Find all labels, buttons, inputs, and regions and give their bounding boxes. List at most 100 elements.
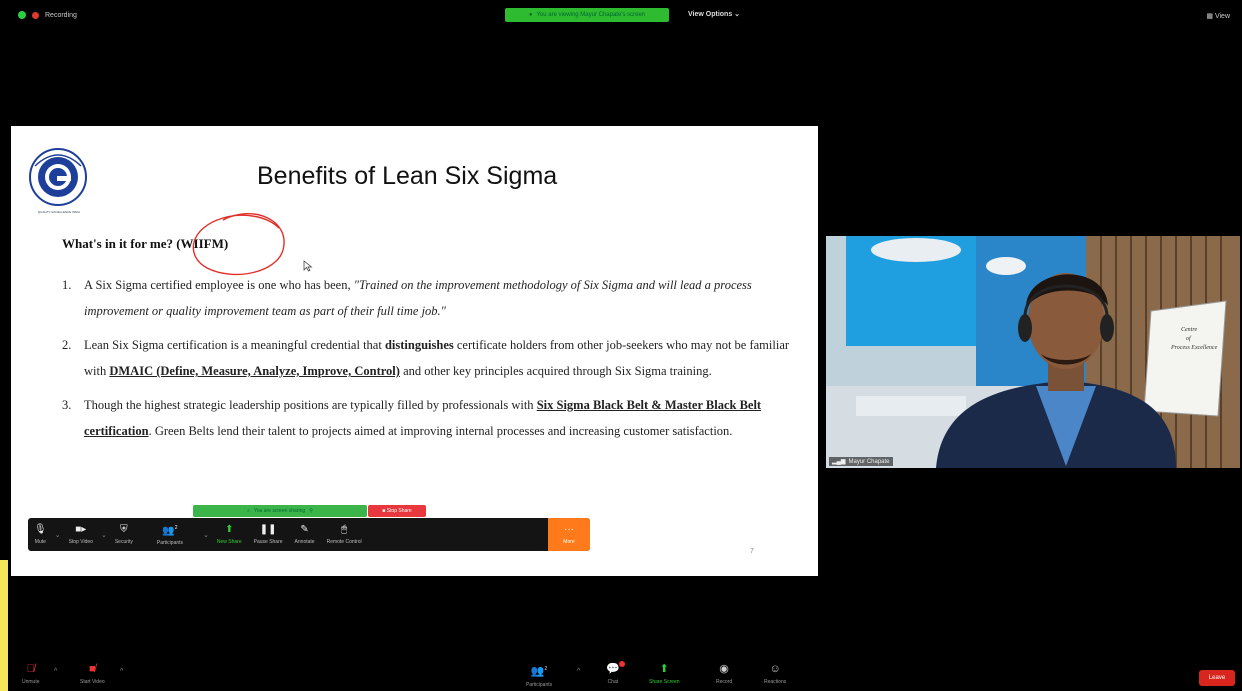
pin-icon: ⚲ [309,508,313,514]
view-options-button[interactable]: View Options ⌄ [688,10,740,18]
mic-muted-icon: 🎙̸ [26,663,35,675]
stop-video-label: Stop Video [68,538,93,545]
text-segment: Though the highest strategic leadership … [84,398,537,412]
participants-label: Participants [526,681,553,688]
more-button[interactable]: ··· More [548,518,590,551]
remote-icon: 🖱 [341,523,348,535]
list-item: 3. Though the highest strategic leadersh… [62,392,792,444]
security-label: Security [114,538,133,545]
viewing-screen-text: You are viewing Mayur Chapate's screen [536,12,646,18]
dmaic-term: DMAIC (Define, Measure, Analyze, Improve… [109,364,400,378]
participants-label: Participants [156,540,184,547]
remote-control-label: Remote Control [326,538,362,545]
unmute-label: Unmute [22,679,40,685]
text-segment: . Green Belts lend their talent to proje… [148,424,733,438]
stop-video-button[interactable]: ■▸ Stop Video [63,518,99,551]
pause-share-label: Pause Share [253,538,283,545]
text-segment: and other key principles acquired throug… [399,364,712,378]
search-icon: ⌕ [247,508,250,514]
reactions-label: Reactions [764,679,787,685]
list-text: A Six Sigma certified employee is one wh… [84,272,792,324]
audio-options-caret[interactable]: ⌄ [55,531,61,539]
list-text: Though the highest strategic leadership … [84,392,792,444]
recording-label: Recording [45,11,77,19]
more-icon: ··· [564,523,574,535]
list-item: 1. A Six Sigma certified employee is one… [62,272,792,324]
list-number: 3. [62,398,72,412]
screen-sharing-banner[interactable]: ⌕ You are screen sharing ⚲ [193,505,367,517]
pen-icon: ✎ [300,523,309,535]
video-off-icon: ■̸ [89,663,96,675]
slide-title: Benefits of Lean Six Sigma [257,162,558,190]
organization-logo [29,148,87,206]
participants-icon: 👥2 [162,524,178,537]
text-segment: A Six Sigma certified employee is one wh… [84,278,354,292]
unmute-button[interactable]: 🎙̸ Unmute [22,663,40,686]
list-text: Lean Six Sigma certification is a meanin… [84,332,792,384]
participant-name-tag: ▂▄▆ Mayur Chapate [829,457,893,466]
start-video-button[interactable]: ■̸ Start Video [80,663,105,686]
record-icon: ◉ [719,663,729,675]
leave-button[interactable]: Leave [1199,670,1235,686]
mouse-cursor-icon [303,260,313,272]
participant-video-tile[interactable]: Centre of Process Excellence ▂▄▆ Mayur C… [826,236,1240,468]
chat-label: Chat [607,679,619,685]
recording-indicator[interactable]: Recording [18,11,77,19]
shield-icon: ⛨ [120,523,128,535]
stop-share-button[interactable]: ■ Stop Share [368,505,426,517]
list-number: 1. [62,278,72,292]
chat-button[interactable]: 💬 Chat [606,661,625,685]
grid-icon: ▦ [1206,13,1215,20]
reactions-icon: ☺ [769,663,781,675]
participants-caret[interactable]: ⌄ [203,531,209,539]
more-label: More [563,538,575,545]
whiteboard-text: Centre [1181,327,1197,333]
top-bar: Recording ● You are viewing Mayur Chapat… [0,0,1242,32]
record-dot-icon [32,11,39,19]
benefits-list: 1. A Six Sigma certified employee is one… [62,272,792,452]
bold-term: distinguishes [384,338,454,352]
share-screen-label: Share Screen [649,679,680,685]
share-toolbar: 🎙 Mute ⌄ ■▸ Stop Video ⌄ ⛨ Security 👥2 P… [28,518,590,551]
annotate-button[interactable]: ✎ Annotate [289,518,321,551]
annotation-circle [192,212,285,276]
chat-icon: 💬 [606,661,625,675]
participants-icon: 👥2 [530,665,548,678]
mic-icon: 🎙 [34,523,47,535]
pause-icon: ❚❚ [259,523,277,535]
video-caret[interactable]: ^ [120,668,123,675]
participant-name: Mayur Chapate [848,458,890,465]
video-icon: ■▸ [75,523,87,535]
remote-control-button[interactable]: 🖱 Remote Control [321,518,368,551]
stop-share-label: Stop Share [386,508,412,514]
start-video-label: Start Video [80,679,105,685]
security-shield-icon[interactable] [18,11,26,19]
new-share-button[interactable]: ⬆ New Share [211,518,248,551]
share-screen-icon: ⬆ [659,663,669,675]
share-screen-button[interactable]: ⬆ Share Screen [649,663,680,686]
view-button[interactable]: ▦ View [1206,12,1230,20]
meeting-window: Recording ● You are viewing Mayur Chapat… [0,0,1242,691]
viewing-screen-icon: ● [528,12,533,18]
participants-count: 2 [544,666,548,672]
viewing-screen-banner: ● You are viewing Mayur Chapate's screen [505,8,669,22]
record-label: Record [716,679,733,685]
reactions-button[interactable]: ☺ Reactions [764,663,787,686]
chat-badge [618,661,625,667]
video-options-caret[interactable]: ⌄ [101,531,107,539]
share-icon: ⬆ [225,523,234,535]
audio-caret[interactable]: ^ [54,668,57,675]
whiteboard-text: Process Excellence [1170,345,1218,351]
view-label: View [1214,13,1230,20]
mute-label: Mute [34,538,46,545]
participants-button[interactable]: 👥2 Participants [139,518,201,551]
participants-caret[interactable]: ^ [577,668,580,675]
security-button[interactable]: ⛨ Security [109,518,139,551]
mute-button[interactable]: 🎙 Mute [28,518,53,551]
participants-button[interactable]: 👥2 Participants [526,664,552,688]
slide-page-number: 7 [750,548,754,555]
new-share-label: New Share [216,538,242,545]
record-button[interactable]: ◉ Record [716,663,733,686]
participants-count: 2 [174,524,178,531]
pause-share-button[interactable]: ❚❚ Pause Share [248,518,289,551]
